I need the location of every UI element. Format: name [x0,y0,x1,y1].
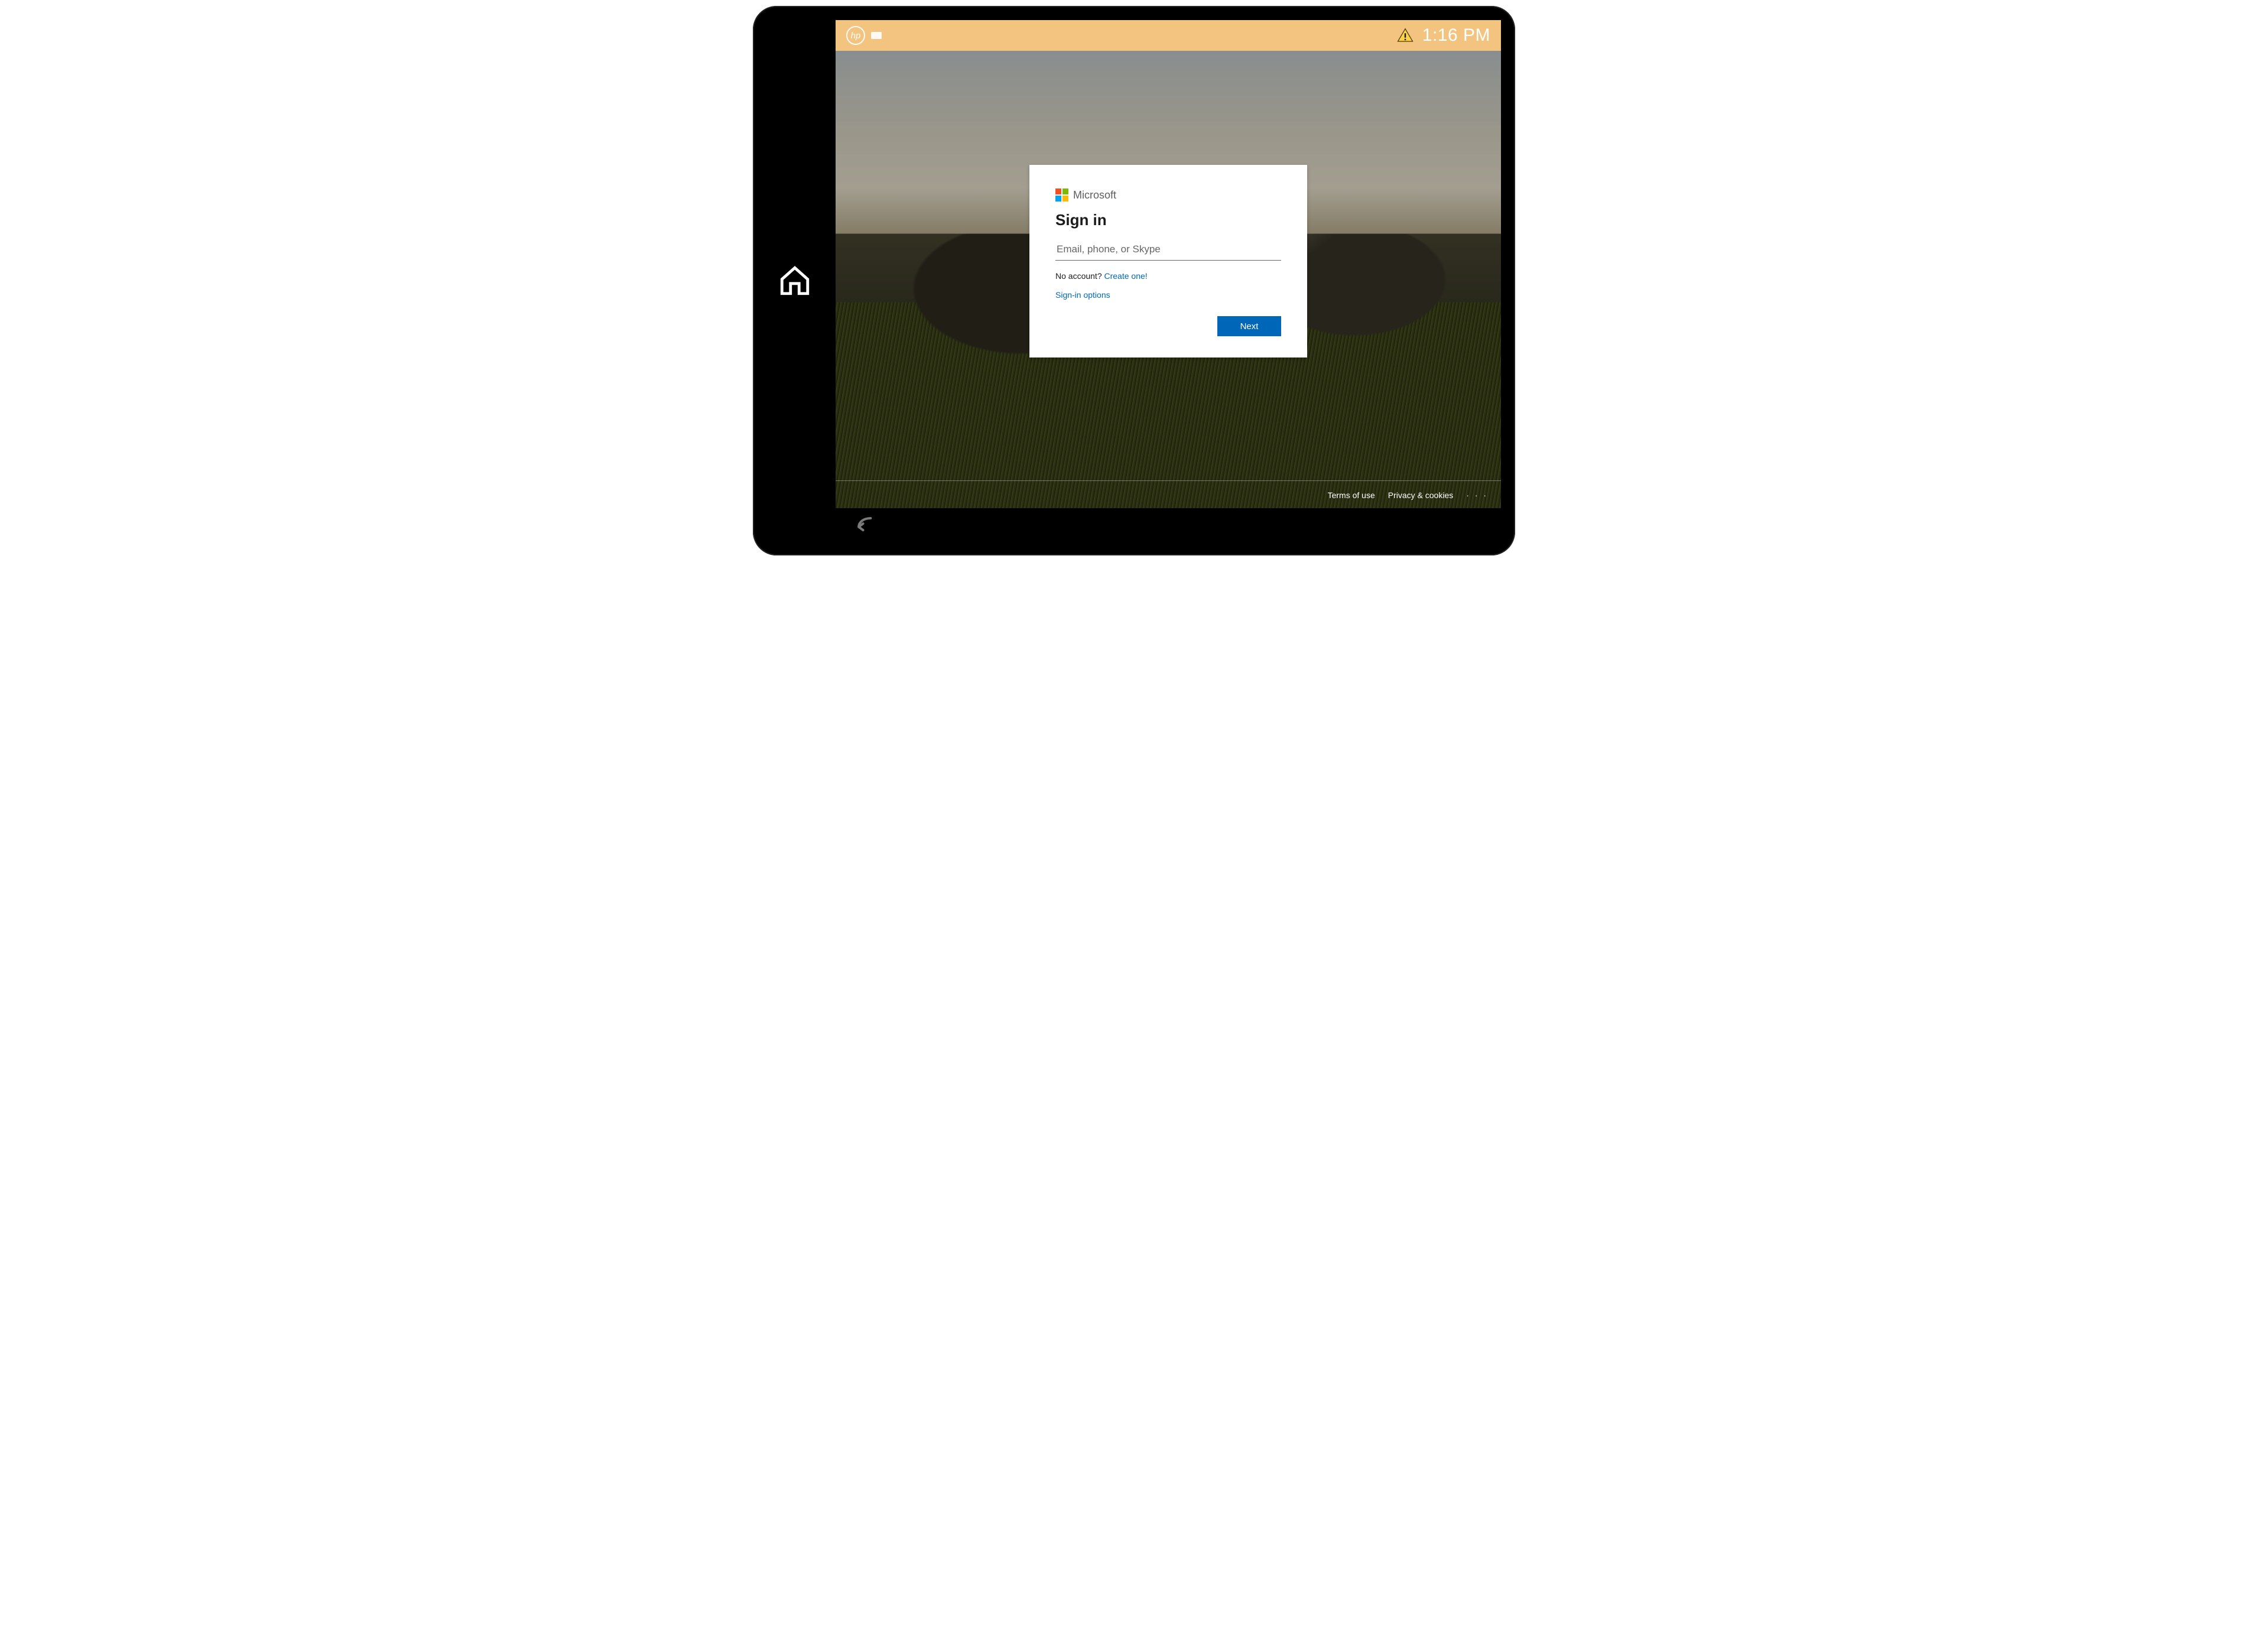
create-account-link[interactable]: Create one! [1104,271,1148,281]
footer-links: Terms of use Privacy & cookies · · · [1328,490,1488,500]
signin-options-link[interactable]: Sign-in options [1055,290,1110,300]
keyboard-indicator-icon [871,32,882,39]
signin-card: Microsoft Sign in No account? Create one… [1029,165,1307,358]
privacy-link[interactable]: Privacy & cookies [1388,490,1453,500]
login-input[interactable] [1055,240,1281,261]
hp-logo-icon: hp [846,26,865,45]
no-account-label: No account? [1055,271,1104,281]
screen: hp 1:16 PM [836,20,1501,508]
terms-link[interactable]: Terms of use [1328,490,1375,500]
microsoft-logo-icon [1055,188,1068,202]
tablet-frame: hp 1:16 PM [753,6,1515,555]
android-nav-bar [836,508,1501,541]
brand-label: Microsoft [1073,189,1116,202]
status-bar: hp 1:16 PM [836,20,1501,51]
footer-divider [836,480,1501,481]
more-menu-icon[interactable]: · · · [1466,490,1488,500]
clock: 1:16 PM [1422,25,1490,46]
signin-heading: Sign in [1055,211,1281,229]
warning-icon[interactable] [1396,27,1414,44]
hardware-home-button[interactable] [778,264,812,298]
back-icon[interactable] [853,512,879,538]
next-button[interactable]: Next [1217,316,1281,336]
no-account-row: No account? Create one! [1055,271,1281,281]
content-area: Microsoft Sign in No account? Create one… [836,51,1501,508]
